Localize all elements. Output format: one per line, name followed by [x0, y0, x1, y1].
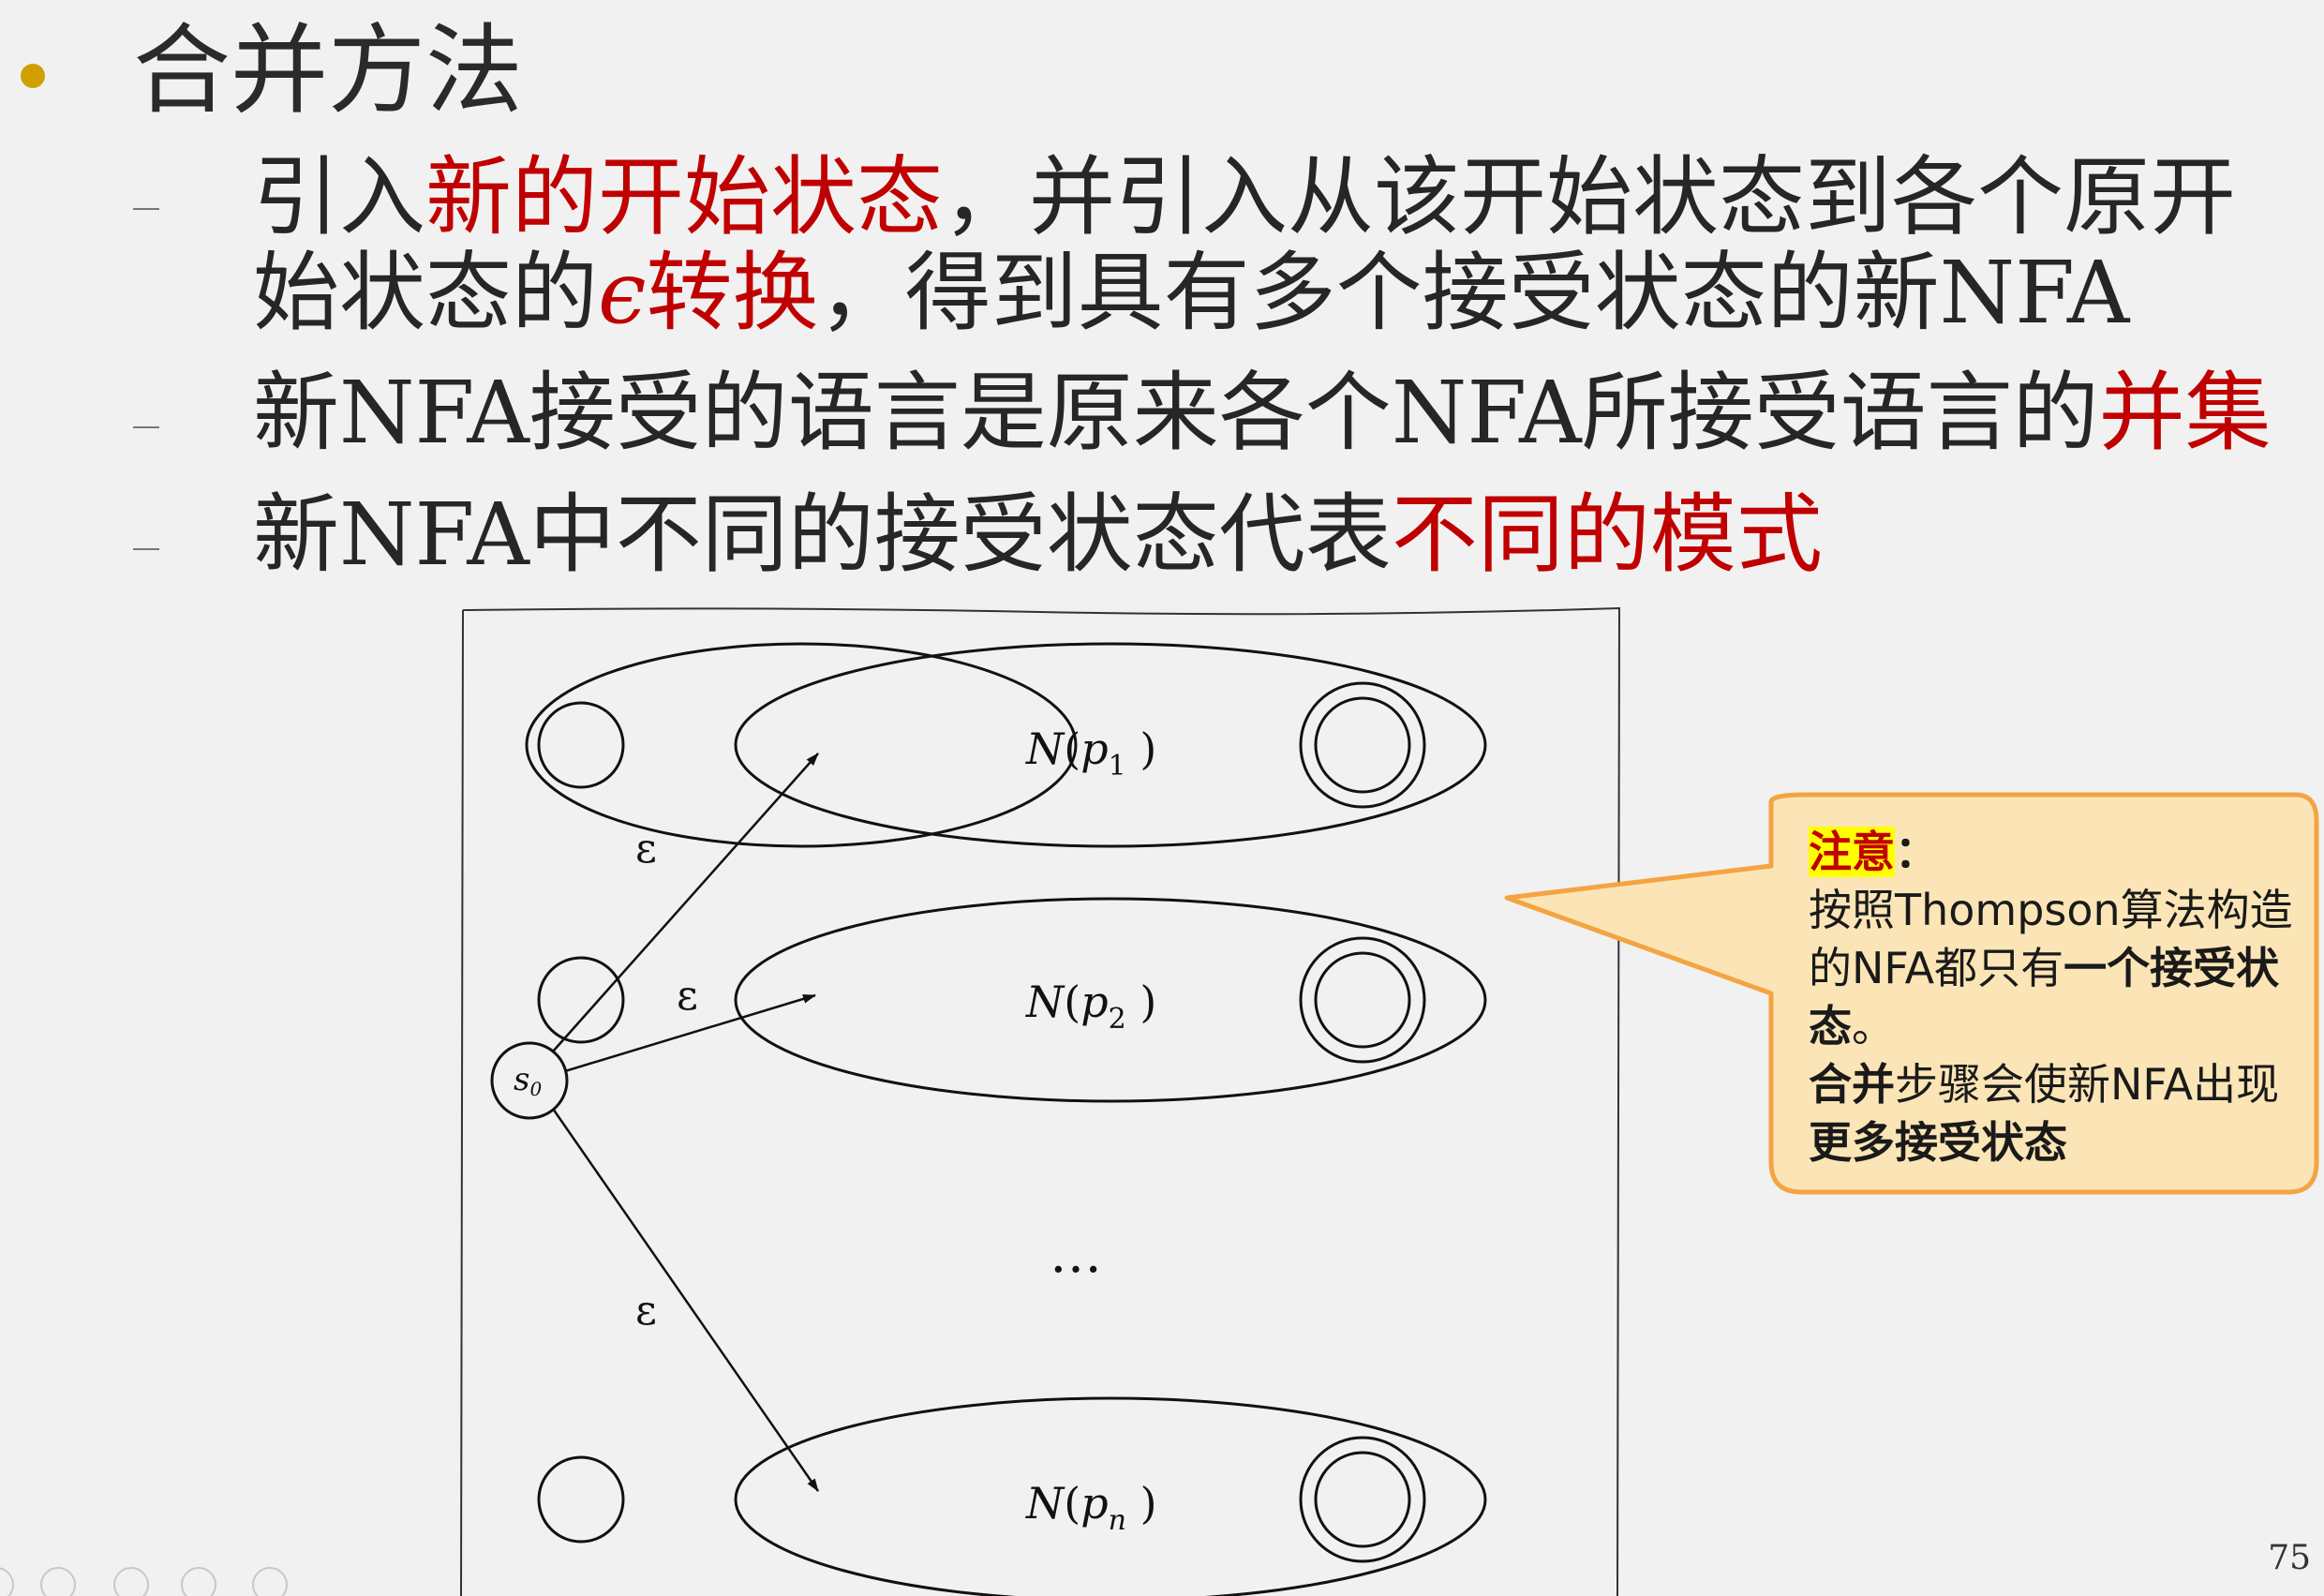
highlight-text: 不同的模式 [1391, 485, 1823, 585]
sub-bullet-dash [133, 208, 159, 210]
callout-line: 。 [1852, 1001, 1895, 1052]
label-name: N [1025, 723, 1065, 774]
more-options-icon[interactable] [252, 1567, 288, 1596]
text-run: NFA [1391, 363, 1582, 463]
ellipsis: … [1050, 1224, 1102, 1285]
start-state-circle [537, 701, 625, 789]
callout-bold: 合并 [1809, 1059, 1895, 1110]
nfa-union-diagram: s0 ε ε ε N(p1 ) N(p2 ) N(pn ) … [459, 604, 1621, 1596]
highlight-text: 转换 [646, 243, 819, 343]
label-subscript: n [1109, 1504, 1126, 1537]
sub-bullet-2: 新NFA接受的语言是原来各个NFA所接受语言的并集 [253, 365, 2272, 461]
sub-bullet-1: 引入新的开始状态，并引入从该开始状态到各个原开 [253, 150, 2236, 246]
text-run: NFA [339, 485, 529, 585]
automaton-1 [525, 642, 1426, 848]
callout-line: 步骤会使新NFA出现 [1895, 1059, 2280, 1110]
callout-bold: 更多接受状态 [1809, 1117, 2067, 1168]
automaton-2 [537, 936, 1426, 1064]
start-state-circle [537, 1455, 625, 1544]
sub-bullet-3: 新NFA中不同的接受状态代表不同的模式 [253, 487, 1823, 583]
epsilon-symbol: ϵ [598, 243, 647, 343]
highlight-text: 并集 [2098, 363, 2272, 463]
automaton-label-1: N(p1 ) [1025, 723, 1156, 783]
page-number: 75 [2268, 1539, 2311, 1577]
automaton-boundary [734, 642, 1487, 848]
epsilon-label-1: ε [635, 825, 657, 873]
label-name: N [1025, 1478, 1065, 1529]
text-run: 所接受语言的 [1581, 363, 2099, 463]
text-run: 新 [253, 363, 340, 463]
callout-colon: ： [1895, 827, 1938, 877]
automaton-label-n: N(pn ) [1025, 1478, 1157, 1537]
text-run: NFA [1939, 243, 2130, 343]
automaton-boundary [734, 897, 1487, 1103]
text-run: 始状态的 [253, 243, 599, 343]
epsilon-label-n: ε [635, 1287, 657, 1335]
epsilon-edge-n [551, 1108, 820, 1492]
text-run: NFA [339, 363, 529, 463]
sub-bullet-dash [133, 426, 159, 428]
start-state-circle [537, 956, 625, 1044]
sub-bullet-1-cont: 始状态的ϵ转换，得到具有多个接受状态的新NFA [253, 246, 2129, 341]
label-subscript: 2 [1109, 1003, 1126, 1036]
state-label: s [514, 1061, 529, 1098]
pen-icon[interactable] [40, 1567, 76, 1596]
text-run: 中不同的接受状态代表 [529, 485, 1392, 585]
text-run: ，并引入从该开始状态到各个原开 [943, 147, 2237, 247]
slides-icon[interactable] [113, 1567, 149, 1596]
prev-arrow-icon[interactable] [0, 1567, 14, 1596]
automaton-n [537, 1436, 1426, 1563]
zoom-icon[interactable] [181, 1567, 216, 1596]
slide-title: 合并方法 [133, 13, 524, 127]
automaton-boundary [734, 1396, 1487, 1596]
label-name: N [1025, 977, 1065, 1027]
accept-state-inner [1314, 696, 1411, 794]
label-arg: p [1080, 1478, 1108, 1529]
accept-state-outer [1299, 936, 1426, 1064]
text-run: 新 [253, 485, 340, 585]
sub-bullet-dash [133, 548, 159, 550]
accept-state-inner [1314, 1451, 1411, 1548]
label-arg: p [1080, 723, 1108, 774]
automaton-boundary [525, 642, 1078, 848]
label-subscript: 1 [1109, 750, 1126, 783]
highlight-text: 新的开始状态 [425, 147, 944, 247]
accept-state-outer [1299, 1436, 1426, 1563]
text-run: 引入 [253, 147, 426, 247]
accept-state-inner [1314, 951, 1411, 1049]
callout-label: 注意 [1809, 827, 1895, 877]
state-subscript: 0 [529, 1078, 542, 1100]
bullet-dot [21, 64, 45, 88]
text-run: ，得到具有多个接受状态的新 [818, 243, 1940, 343]
accept-state-outer [1299, 681, 1426, 809]
epsilon-label-2: ε [677, 972, 698, 1020]
automaton-label-2: N(p2 ) [1025, 977, 1156, 1036]
callout-text: 注意： 按照Thompson算法构造的NFA都只有一个接受状态。 合并步骤会使新… [1809, 823, 2313, 1171]
slide-nav-toolbar [0, 1567, 288, 1596]
label-arg: p [1080, 977, 1108, 1027]
svg-text:s0: s0 [514, 1061, 542, 1100]
text-run: 接受的语言是原来各个 [529, 363, 1392, 463]
